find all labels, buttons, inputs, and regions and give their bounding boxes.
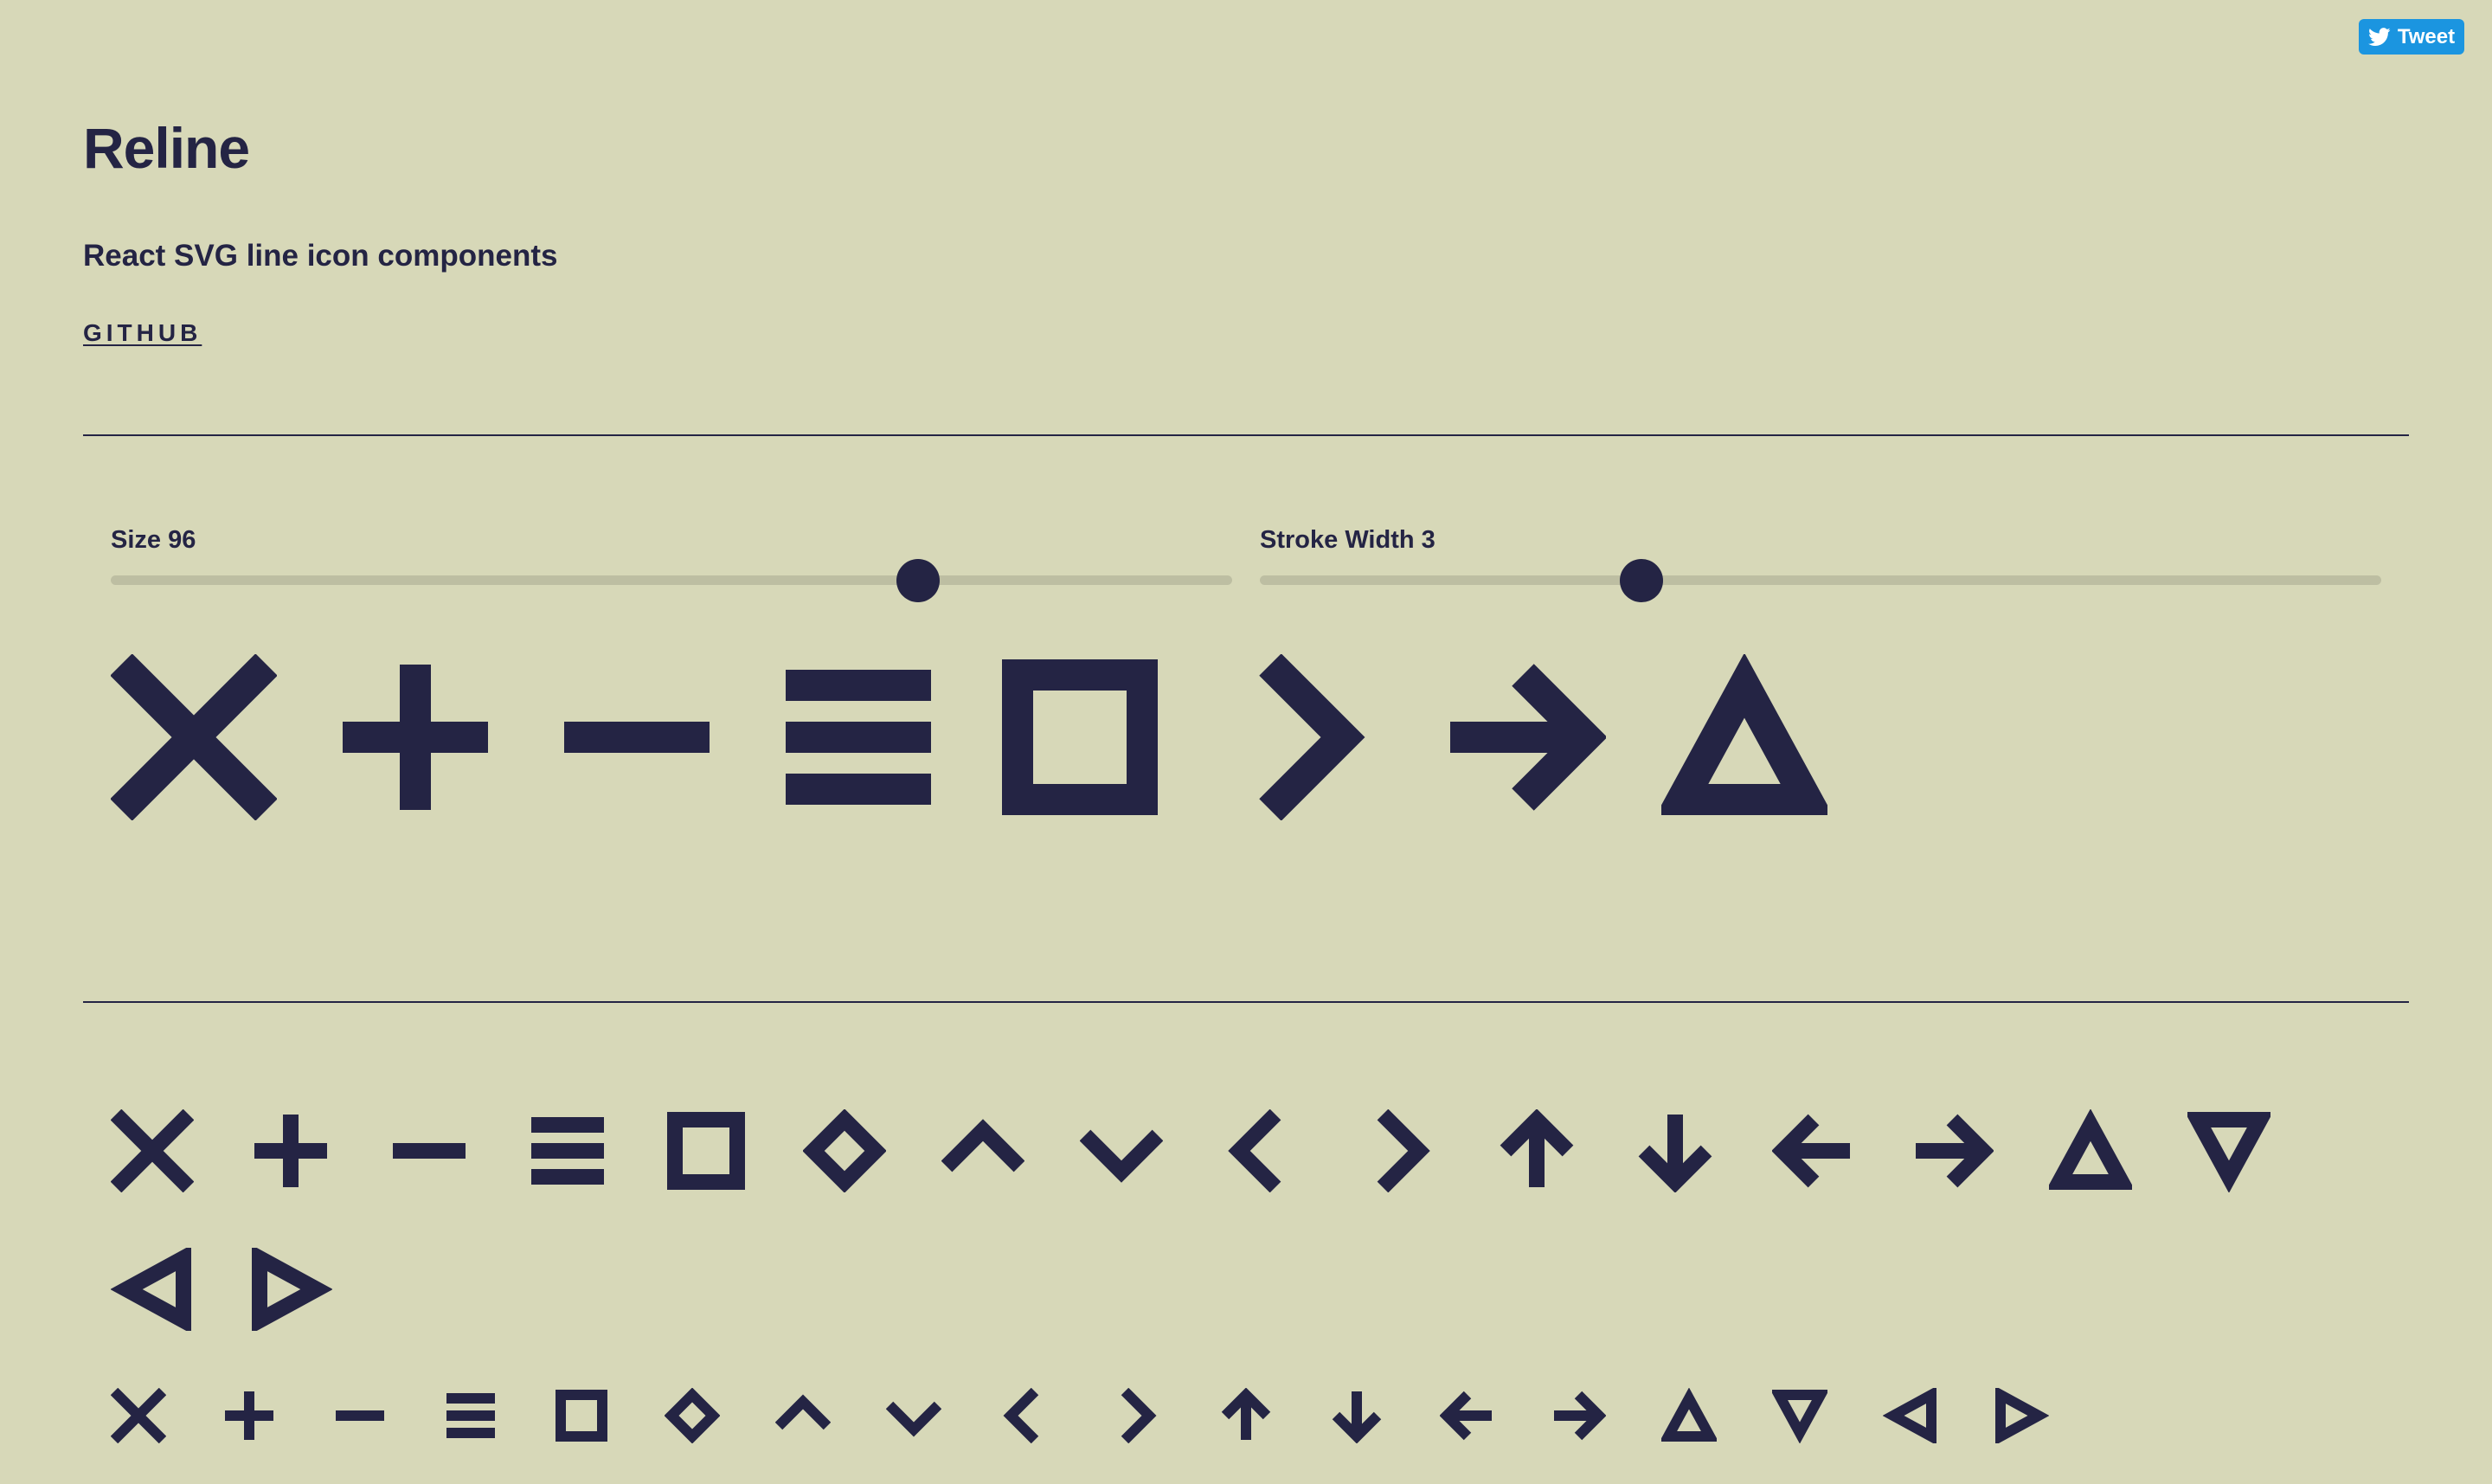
hamburger-icon[interactable] <box>526 1109 609 1192</box>
chevron-up-icon[interactable] <box>775 1388 831 1443</box>
triangle-up-icon[interactable] <box>1661 654 1827 820</box>
triangle-down-icon[interactable] <box>2187 1109 2270 1192</box>
triangle-right-icon[interactable] <box>1994 1388 2049 1443</box>
triangle-up-icon[interactable] <box>2049 1109 2132 1192</box>
arrow-up-icon[interactable] <box>1218 1388 1274 1443</box>
diamond-icon[interactable] <box>665 1388 720 1443</box>
square-icon[interactable] <box>554 1388 609 1443</box>
triangle-up-icon[interactable] <box>1661 1388 1717 1443</box>
hamburger-icon[interactable] <box>775 654 941 820</box>
x-icon[interactable] <box>111 1388 166 1443</box>
size-slider-group: Size 96 <box>111 526 1232 602</box>
tweet-button[interactable]: Tweet <box>2359 19 2464 55</box>
arrow-down-icon[interactable] <box>1329 1388 1384 1443</box>
chevron-down-icon[interactable] <box>886 1388 941 1443</box>
minus-icon[interactable] <box>332 1388 388 1443</box>
stroke-slider-track[interactable] <box>1260 575 2381 585</box>
stroke-width-label: Stroke Width 3 <box>1260 526 1435 554</box>
chevron-left-icon[interactable] <box>997 1388 1052 1443</box>
stroke-slider-group: Stroke Width 3 <box>1260 526 2381 602</box>
arrow-down-icon[interactable] <box>1634 1109 1717 1192</box>
plus-icon[interactable] <box>222 1388 277 1443</box>
size-slider-track[interactable] <box>111 575 1232 585</box>
icon-grid-small <box>111 1388 2326 1443</box>
chevron-right-icon[interactable] <box>1218 654 1384 820</box>
arrow-right-icon[interactable] <box>1440 654 1606 820</box>
divider <box>83 434 2409 436</box>
square-icon[interactable] <box>665 1109 748 1192</box>
page-subtitle: React SVG line icon components <box>83 239 558 273</box>
tweet-label: Tweet <box>2397 24 2456 48</box>
arrow-left-icon[interactable] <box>1440 1388 1495 1443</box>
preview-icons <box>111 654 1827 820</box>
chevron-right-icon[interactable] <box>1357 1109 1440 1192</box>
minus-icon[interactable] <box>554 654 720 820</box>
arrow-left-icon[interactable] <box>1772 1109 1855 1192</box>
hamburger-icon[interactable] <box>443 1388 498 1443</box>
github-link[interactable]: GITHUB <box>83 321 202 345</box>
x-icon[interactable] <box>111 1109 194 1192</box>
divider <box>83 1001 2409 1003</box>
arrow-right-icon[interactable] <box>1551 1388 1606 1443</box>
size-label: Size 96 <box>111 526 196 554</box>
arrow-up-icon[interactable] <box>1495 1109 1578 1192</box>
plus-icon[interactable] <box>332 654 498 820</box>
plus-icon[interactable] <box>249 1109 332 1192</box>
square-icon[interactable] <box>997 654 1163 820</box>
x-icon[interactable] <box>111 654 277 820</box>
size-slider-handle[interactable] <box>896 559 941 602</box>
diamond-icon[interactable] <box>803 1109 886 1192</box>
page-title: Reline <box>83 116 250 180</box>
minus-icon[interactable] <box>388 1109 471 1192</box>
chevron-right-icon[interactable] <box>1108 1388 1163 1443</box>
triangle-down-icon[interactable] <box>1772 1388 1827 1443</box>
triangle-left-icon[interactable] <box>111 1248 194 1331</box>
chevron-left-icon[interactable] <box>1218 1109 1301 1192</box>
triangle-right-icon[interactable] <box>249 1248 332 1331</box>
chevron-up-icon[interactable] <box>941 1109 1024 1192</box>
arrow-right-icon[interactable] <box>1911 1109 1994 1192</box>
twitter-bird-icon <box>2367 27 2391 46</box>
icon-grid-large <box>111 1109 2326 1331</box>
triangle-left-icon[interactable] <box>1883 1388 1938 1443</box>
chevron-down-icon[interactable] <box>1080 1109 1163 1192</box>
stroke-slider-handle[interactable] <box>1619 559 1663 602</box>
